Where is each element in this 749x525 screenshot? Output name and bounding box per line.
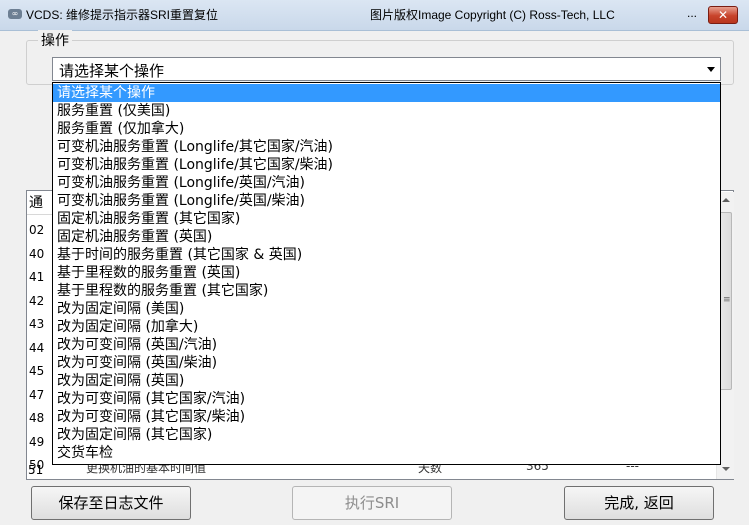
dropdown-option[interactable]: 改为固定间隔 (英国) xyxy=(53,372,720,390)
dropdown-option[interactable]: 改为可变间隔 (其它国家/柴油) xyxy=(53,408,720,426)
dropdown-option[interactable]: 基于时间的服务重置 (其它国家 & 英国) xyxy=(53,246,720,264)
row-number: 49 xyxy=(29,434,45,449)
run-sri-button[interactable]: 执行SRI xyxy=(292,486,452,520)
row-number: 51 xyxy=(28,463,44,477)
dropdown-option[interactable]: 改为可变间隔 (其它国家/汽油) xyxy=(53,390,720,408)
dropdown-option[interactable]: 交货车检 xyxy=(53,444,720,462)
window-title: VCDS: 维修提示指示器SRI重置复位 xyxy=(26,8,219,22)
row-number: 44 xyxy=(29,340,45,355)
dropdown-option[interactable]: 固定机油服务重置 (其它国家) xyxy=(53,210,720,228)
close-icon: ✕ xyxy=(717,8,729,22)
row-number: 02 xyxy=(29,223,45,237)
dropdown-option[interactable]: 服务重置 (仅美国) xyxy=(53,102,720,120)
dropdown-option[interactable]: 可变机油服务重置 (Longlife/英国/汽油) xyxy=(53,174,720,192)
grip-icon: ≡ xyxy=(723,295,731,305)
dropdown-option[interactable]: 改为可变间隔 (英国/汽油) xyxy=(53,336,720,354)
dropdown-option[interactable]: 改为固定间隔 (其它国家) xyxy=(53,426,720,444)
operation-dropdown-list[interactable]: 请选择某个操作 服务重置 (仅美国) 服务重置 (仅加拿大) 可变机油服务重置 (Lo… xyxy=(52,82,721,465)
dropdown-option[interactable]: 改为固定间隔 (美国) xyxy=(53,300,720,318)
dropdown-option[interactable]: 可变机油服务重置 (Longlife/其它国家/汽油) xyxy=(53,138,720,156)
dropdown-option[interactable]: 基于里程数的服务重置 (其它国家) xyxy=(53,282,720,300)
operation-legend: 操作 xyxy=(38,30,72,50)
row-number: 48 xyxy=(29,411,45,425)
copyright-text: 图片版权Image Copyright (C) Ross-Tech, LLC xyxy=(370,8,615,22)
app-icon: ∞ xyxy=(8,9,22,19)
row-number: 45 xyxy=(29,364,45,378)
dropdown-option[interactable]: 可变机油服务重置 (Longlife/英国/柴油) xyxy=(53,192,720,210)
scroll-down-icon[interactable] xyxy=(722,467,730,471)
dropdown-option[interactable]: 可变机油服务重置 (Longlife/其它国家/柴油) xyxy=(53,156,720,174)
chevron-down-icon[interactable] xyxy=(707,67,715,72)
dropdown-option[interactable]: 固定机油服务重置 (英国) xyxy=(53,228,720,246)
operation-select-value: 请选择某个操作 xyxy=(59,62,165,80)
table-row[interactable]: 51 更换机油的基本时间值 天数 365 --- xyxy=(26,463,716,479)
dropdown-option[interactable]: 请选择某个操作 xyxy=(53,84,720,102)
dropdown-option[interactable]: 改为可变间隔 (英国/柴油) xyxy=(53,354,720,372)
vcds-sri-window: ∞ VCDS: 维修提示指示器SRI重置复位 图片版权Image Copyrig… xyxy=(0,0,749,525)
row-number: 47 xyxy=(29,387,45,402)
row-number: 42 xyxy=(29,293,45,308)
dropdown-option[interactable]: 改为固定间隔 (加拿大) xyxy=(53,318,720,336)
title-bar: ∞ VCDS: 维修提示指示器SRI重置复位 图片版权Image Copyrig… xyxy=(0,0,749,31)
row-number: 41 xyxy=(29,270,45,284)
title-overflow: ... xyxy=(687,6,698,20)
row-number: 40 xyxy=(29,246,45,261)
dropdown-option[interactable]: 服务重置 (仅加拿大) xyxy=(53,120,720,138)
save-log-button[interactable]: 保存至日志文件 xyxy=(31,486,191,520)
row-number: 43 xyxy=(29,317,45,331)
dropdown-option[interactable]: 基于里程数的服务重置 (英国) xyxy=(53,264,720,282)
close-button[interactable]: ✕ xyxy=(708,6,738,24)
operation-select[interactable]: 请选择某个操作 xyxy=(52,57,721,81)
scroll-up-icon[interactable] xyxy=(722,198,730,202)
done-back-button[interactable]: 完成, 返回 xyxy=(564,486,714,520)
